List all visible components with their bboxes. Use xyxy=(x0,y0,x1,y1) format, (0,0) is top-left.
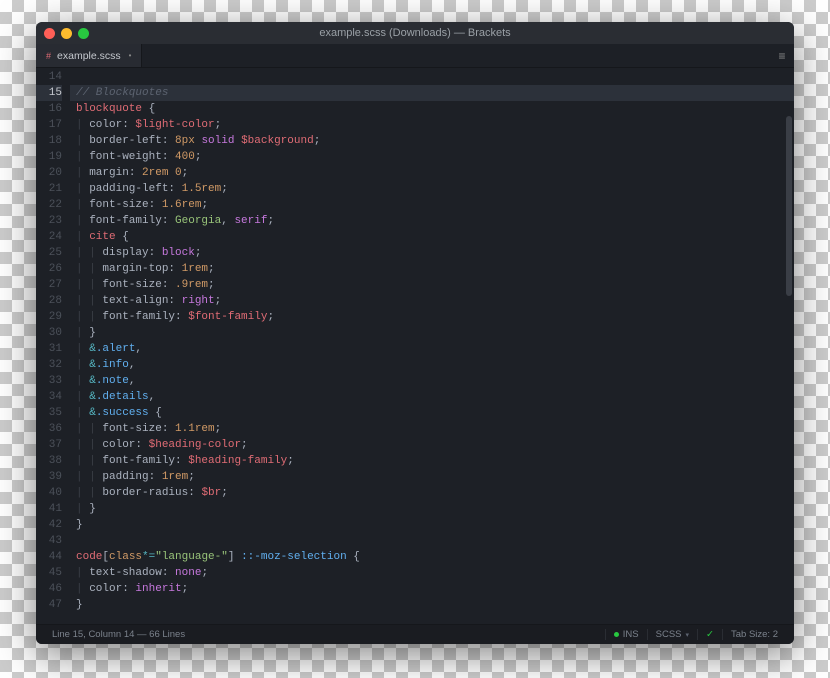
tab-size-label: Tab Size: 2 xyxy=(731,629,778,640)
line-number[interactable]: 43 xyxy=(36,533,62,549)
code-line[interactable]: code[class*="language-"] ::-moz-selectio… xyxy=(76,549,794,565)
code-line[interactable]: | font-weight: 400; xyxy=(76,149,794,165)
check-icon: ✓ xyxy=(706,629,714,640)
line-number[interactable]: 17 xyxy=(36,117,62,133)
line-number[interactable]: 38 xyxy=(36,453,62,469)
status-tab-size[interactable]: Tab Size: 2 xyxy=(722,629,786,640)
code-line[interactable]: } xyxy=(76,597,794,613)
chevron-down-icon: ▾ xyxy=(686,631,690,639)
maximize-icon[interactable] xyxy=(78,28,89,39)
line-number[interactable]: 39 xyxy=(36,469,62,485)
code-line[interactable]: | | display: block; xyxy=(76,245,794,261)
code-line[interactable]: | &.note, xyxy=(76,373,794,389)
code-line[interactable]: | cite { xyxy=(76,229,794,245)
tabbar: # example.scss • ≡ xyxy=(36,44,794,68)
line-number[interactable]: 21 xyxy=(36,181,62,197)
line-number[interactable]: 30 xyxy=(36,325,62,341)
status-dot-icon xyxy=(614,632,619,637)
line-number[interactable]: 34 xyxy=(36,389,62,405)
code-line[interactable]: | text-shadow: none; xyxy=(76,565,794,581)
code-line[interactable]: | | border-radius: $br; xyxy=(76,485,794,501)
line-number[interactable]: 20 xyxy=(36,165,62,181)
line-number[interactable]: 24 xyxy=(36,229,62,245)
code-line[interactable]: | &.success { xyxy=(76,405,794,421)
code-line[interactable]: | color: $light-color; xyxy=(76,117,794,133)
language-label: SCSS xyxy=(656,629,682,640)
titlebar[interactable]: example.scss (Downloads) — Brackets xyxy=(36,22,794,44)
minimize-icon[interactable] xyxy=(61,28,72,39)
hamburger-menu-icon[interactable]: ≡ xyxy=(770,44,794,67)
code-line[interactable]: | | font-family: $font-family; xyxy=(76,309,794,325)
code-line[interactable]: | } xyxy=(76,501,794,517)
code-line[interactable]: | &.info, xyxy=(76,357,794,373)
line-number[interactable]: 22 xyxy=(36,197,62,213)
line-number[interactable]: 28 xyxy=(36,293,62,309)
tabbar-spacer xyxy=(142,44,770,67)
line-number[interactable]: 37 xyxy=(36,437,62,453)
statusbar: Line 15, Column 14 — 66 Lines INS SCSS ▾… xyxy=(36,624,794,644)
line-number[interactable]: 41 xyxy=(36,501,62,517)
status-insert-mode[interactable]: INS xyxy=(605,629,647,640)
line-number[interactable]: 47 xyxy=(36,597,62,613)
line-number[interactable]: 18 xyxy=(36,133,62,149)
code-line[interactable]: blockquote { xyxy=(76,101,794,117)
code-line[interactable]: | &.alert, xyxy=(76,341,794,357)
line-number[interactable]: 36 xyxy=(36,421,62,437)
code-line[interactable]: | | font-family: $heading-family; xyxy=(76,453,794,469)
close-icon[interactable] xyxy=(44,28,55,39)
code-line[interactable]: | padding-left: 1.5rem; xyxy=(76,181,794,197)
line-number[interactable]: 16 xyxy=(36,101,62,117)
code-line[interactable]: | | text-align: right; xyxy=(76,293,794,309)
code-line[interactable]: } xyxy=(76,517,794,533)
line-number[interactable]: 31 xyxy=(36,341,62,357)
line-number[interactable]: 25 xyxy=(36,245,62,261)
line-number-gutter[interactable]: 1415161718192021222324252627282930313233… xyxy=(36,68,70,624)
window-title: example.scss (Downloads) — Brackets xyxy=(36,27,794,39)
code-line[interactable]: | color: inherit; xyxy=(76,581,794,597)
scss-file-icon: # xyxy=(46,51,51,61)
line-number[interactable]: 40 xyxy=(36,485,62,501)
code-line[interactable]: | | padding: 1rem; xyxy=(76,469,794,485)
code-line[interactable] xyxy=(76,69,794,85)
line-number[interactable]: 19 xyxy=(36,149,62,165)
status-checkmark[interactable]: ✓ xyxy=(697,629,722,640)
code-line[interactable]: | | font-size: .9rem; xyxy=(76,277,794,293)
status-language[interactable]: SCSS ▾ xyxy=(647,629,697,640)
vertical-scrollbar[interactable] xyxy=(786,116,792,296)
tab-label: example.scss xyxy=(57,50,121,62)
code-content[interactable]: // Blockquotesblockquote {| color: $ligh… xyxy=(70,68,794,624)
insert-mode-label: INS xyxy=(623,629,639,640)
code-line[interactable] xyxy=(76,533,794,549)
code-line[interactable]: | border-left: 8px solid $background; xyxy=(76,133,794,149)
code-line[interactable]: | font-family: Georgia, serif; xyxy=(76,213,794,229)
code-line[interactable]: | } xyxy=(76,325,794,341)
line-number[interactable]: 42 xyxy=(36,517,62,533)
cursor-position[interactable]: Line 15, Column 14 — 66 Lines xyxy=(44,629,193,640)
line-number[interactable]: 23 xyxy=(36,213,62,229)
editor-area[interactable]: 1415161718192021222324252627282930313233… xyxy=(36,68,794,624)
code-line[interactable]: | margin: 2rem 0; xyxy=(76,165,794,181)
code-line[interactable]: // Blockquotes xyxy=(76,85,794,101)
line-number[interactable]: 32 xyxy=(36,357,62,373)
code-line[interactable]: | &.details, xyxy=(76,389,794,405)
line-number[interactable]: 27 xyxy=(36,277,62,293)
line-number[interactable]: 33 xyxy=(36,373,62,389)
line-number[interactable]: 45 xyxy=(36,565,62,581)
line-number[interactable]: 29 xyxy=(36,309,62,325)
line-number[interactable]: 46 xyxy=(36,581,62,597)
code-line[interactable]: | font-size: 1.6rem; xyxy=(76,197,794,213)
line-number[interactable]: 35 xyxy=(36,405,62,421)
code-line[interactable]: | | color: $heading-color; xyxy=(76,437,794,453)
dirty-indicator-icon: • xyxy=(129,51,132,60)
line-number[interactable]: 26 xyxy=(36,261,62,277)
editor-window: example.scss (Downloads) — Brackets # ex… xyxy=(36,22,794,644)
line-number[interactable]: 15 xyxy=(36,85,62,101)
tab-example-scss[interactable]: # example.scss • xyxy=(36,44,142,67)
traffic-lights xyxy=(44,28,89,39)
line-number[interactable]: 14 xyxy=(36,69,62,85)
code-line[interactable]: | | font-size: 1.1rem; xyxy=(76,421,794,437)
line-number[interactable]: 44 xyxy=(36,549,62,565)
code-line[interactable]: | | margin-top: 1rem; xyxy=(76,261,794,277)
